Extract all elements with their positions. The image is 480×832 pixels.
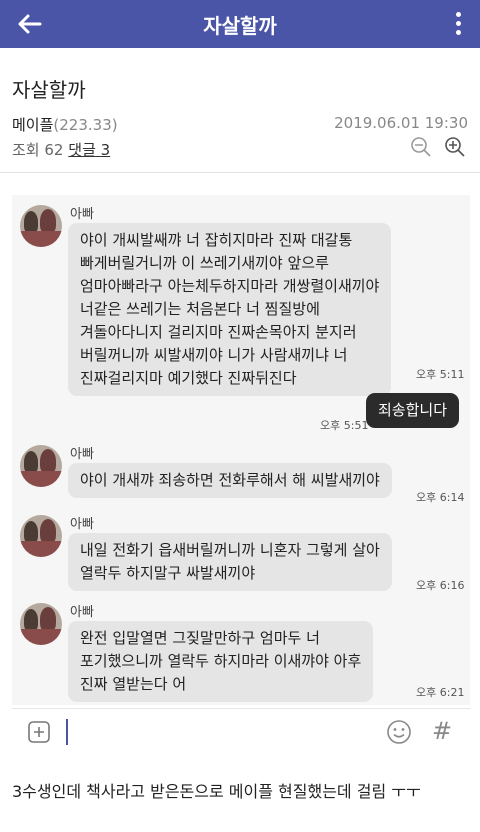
post-body-text: 3수생인데 책사라고 받은돈으로 메이플 현질했는데 걸림 ㅜㅜ	[12, 782, 421, 801]
author-score: (223.33)	[53, 116, 118, 134]
zoom-out-icon[interactable]	[410, 136, 432, 158]
post-title: 자살할까	[12, 78, 86, 102]
app-bar: 자살할까	[0, 0, 480, 48]
avatar	[20, 603, 62, 645]
hashtag-button[interactable]: #	[432, 717, 452, 745]
message-bubble: 내일 전화기 읍새버릴꺼니까 니혼자 그렇게 살아 열락두 하지말구 싸발새끼야	[68, 533, 392, 591]
sender-name: 아빠	[70, 207, 94, 222]
sender-name: 아빠	[70, 517, 94, 532]
sender-name: 아빠	[70, 447, 94, 462]
post-meta: 조회 62 댓글 3	[12, 139, 110, 160]
post-date: 2019.06.01 19:30	[334, 114, 468, 132]
sender-name: 아빠	[70, 605, 94, 620]
more-vertical-icon[interactable]	[450, 10, 466, 38]
avatar	[20, 205, 62, 247]
message-bubble: 야이 개씨발쌔꺄 너 잡히지마라 진짜 대갈통 빠게버릴거니까 이 쓰레기새끼야…	[68, 223, 392, 396]
zoom-in-icon[interactable]	[444, 136, 466, 158]
message-time: 오후 6:16	[416, 579, 465, 592]
avatar	[20, 515, 62, 557]
message-time: 오후 6:14	[416, 491, 465, 504]
text-cursor	[66, 719, 68, 745]
message-time: 오후 5:11	[416, 368, 465, 381]
comments-link[interactable]: 댓글 3	[68, 141, 110, 159]
views-count: 62	[44, 141, 64, 159]
chat-screenshot: 아빠 야이 개씨발쌔꺄 너 잡히지마라 진짜 대갈통 빠게버릴거니까 이 쓰레기…	[12, 195, 470, 705]
message-time: 오후 6:21	[416, 686, 465, 699]
divider	[0, 172, 480, 173]
views-label: 조회	[12, 141, 40, 159]
message-bubble: 완전 입말열면 그짖말만하구 엄마두 너 포기했으니까 열락두 하지마라 이새꺄…	[68, 621, 374, 702]
author-name[interactable]: 메이플	[12, 116, 53, 134]
avatar	[20, 445, 62, 487]
comment-input-bar[interactable]: #	[12, 708, 470, 754]
app-bar-title: 자살할까	[203, 14, 277, 38]
my-message-bubble: 죄송합니다	[366, 393, 460, 428]
author[interactable]: 메이플(223.33)	[12, 114, 118, 135]
smiley-icon[interactable]	[386, 719, 412, 745]
plus-square-icon[interactable]	[28, 721, 50, 743]
message-bubble: 야이 개새꺄 죄송하면 전화루해서 해 씨발새끼야	[68, 463, 392, 498]
message-time: 오후 5:51	[320, 419, 369, 432]
